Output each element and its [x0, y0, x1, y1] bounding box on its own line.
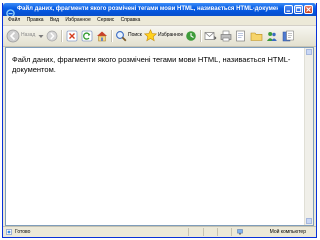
toolbar-separator — [200, 30, 202, 42]
title-bar[interactable]: Файл даних, фрагменти якого розмічені те… — [3, 3, 316, 18]
stop-icon[interactable] — [66, 30, 78, 42]
home-icon[interactable] — [96, 30, 108, 42]
forward-button-icon[interactable] — [46, 30, 58, 42]
maximize-button[interactable] — [294, 5, 303, 14]
back-button-icon[interactable] — [6, 29, 20, 43]
document-text: Файл даних, фрагменти якого розмічені те… — [12, 55, 291, 74]
toolbar: Назад Поиск Избранное — [3, 26, 316, 47]
status-divider — [217, 228, 218, 236]
menu-view[interactable]: Вид — [50, 16, 59, 25]
back-dropdown-icon[interactable] — [38, 34, 44, 39]
mail-icon[interactable] — [204, 30, 217, 42]
window-title: Файл даних, фрагменти якого розмічені те… — [17, 6, 278, 12]
edit-icon[interactable] — [235, 30, 247, 42]
history-icon[interactable] — [185, 30, 197, 42]
favorites-label[interactable]: Избранное — [158, 32, 183, 38]
zone-text: Мой компьютер — [269, 229, 306, 235]
menu-favorites[interactable]: Избранное — [65, 16, 90, 25]
menu-tools[interactable]: Сервис — [97, 16, 114, 25]
ie-icon — [6, 5, 15, 18]
menu-bar: Файл Правка Вид Избранное Сервис Справка — [3, 16, 316, 26]
page-content: Файл даних, фрагменти якого розмічені те… — [5, 47, 314, 226]
search-label[interactable]: Поиск — [128, 32, 142, 38]
menu-file[interactable]: Файл — [8, 16, 20, 25]
toolbar-separator — [111, 30, 113, 42]
toolbar-separator — [61, 30, 63, 42]
status-bar: Готово Мой компьютер — [3, 226, 316, 237]
refresh-icon[interactable] — [81, 30, 93, 42]
status-text: Готово — [15, 229, 31, 235]
close-button[interactable] — [304, 5, 313, 14]
scroll-up-button[interactable] — [306, 49, 312, 55]
search-icon[interactable] — [115, 30, 127, 42]
research-icon[interactable] — [282, 30, 295, 42]
minimize-button[interactable] — [284, 5, 293, 14]
computer-icon — [237, 229, 243, 235]
back-label[interactable]: Назад — [21, 32, 35, 38]
vertical-scrollbar[interactable] — [304, 48, 313, 225]
print-icon[interactable] — [220, 30, 232, 42]
page-icon — [6, 229, 12, 235]
messenger-icon[interactable] — [266, 30, 278, 42]
scroll-down-button[interactable] — [306, 218, 312, 224]
browser-window: Файл даних, фрагменти якого розмічені те… — [2, 3, 317, 238]
status-divider — [188, 228, 189, 236]
maximize-icon — [295, 6, 302, 12]
close-icon — [306, 7, 311, 12]
status-divider — [231, 228, 232, 236]
menu-edit[interactable]: Правка — [27, 16, 44, 25]
status-divider — [203, 228, 204, 236]
menu-help[interactable]: Справка — [121, 16, 141, 25]
minimize-icon — [286, 10, 290, 12]
favorites-star-icon[interactable] — [144, 29, 157, 42]
folder-icon[interactable] — [250, 30, 263, 42]
